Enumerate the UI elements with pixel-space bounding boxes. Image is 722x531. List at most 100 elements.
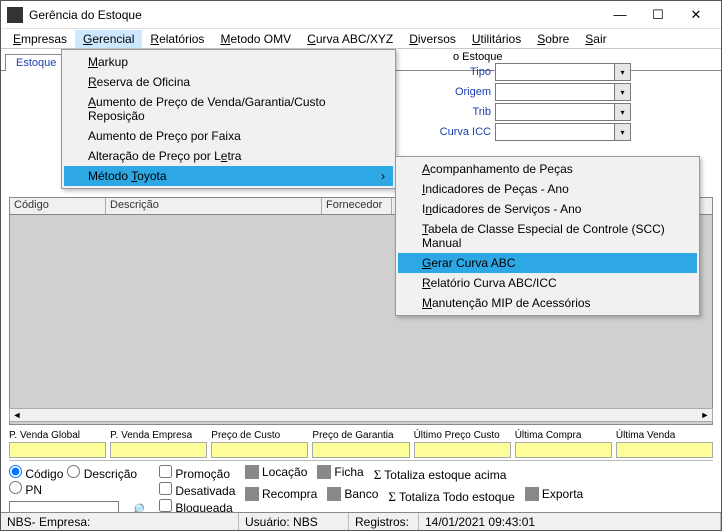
submenu-item-indicadores-de-servi-os-ano[interactable]: Indicadores de Serviços - Ano — [398, 199, 697, 219]
menu-item-markup[interactable]: Markup — [64, 52, 393, 72]
field-value — [9, 442, 106, 458]
menu-diversos[interactable]: Diversos — [401, 30, 464, 48]
field-value — [211, 442, 308, 458]
field-label: P. Venda Empresa — [110, 430, 207, 441]
dropdown-button[interactable]: ▾ — [615, 83, 631, 101]
menu-sair[interactable]: Sair — [577, 30, 614, 48]
dropdown-button[interactable]: ▾ — [615, 103, 631, 121]
submenu-item-relat-rio-curva-abc-icc[interactable]: Relatório Curva ABC/ICC — [398, 273, 697, 293]
search-mode-radios: Código Descrição PN 🔎 — [9, 465, 159, 510]
radio-código[interactable]: Código — [9, 465, 63, 481]
loca-o-icon — [245, 465, 259, 479]
window-title: Gerência do Estoque — [29, 8, 601, 22]
menu-utilitários[interactable]: Utilitários — [464, 30, 529, 48]
tool-label: Ficha — [334, 465, 363, 479]
tool-recompra[interactable]: Recompra — [245, 487, 317, 501]
tool-label: Locação — [262, 465, 307, 479]
scroll-left-arrow[interactable]: ◄ — [10, 409, 24, 421]
tool-exporta[interactable]: Exporta — [525, 487, 583, 501]
status-registros: Registros: — [349, 513, 419, 530]
menu-item-aumento-de-pre-o-de-venda-garantia-custo-reposi-o[interactable]: Aumento de Preço de Venda/Garantia/Custo… — [64, 92, 393, 126]
banco-icon — [327, 487, 341, 501]
metodo-toyota-submenu: Acompanhamento de PeçasIndicadores de Pe… — [395, 156, 700, 316]
field-p-venda-global: P. Venda Global — [9, 430, 106, 458]
field-label: Preço de Custo — [211, 430, 308, 441]
field-value — [515, 442, 612, 458]
status-checks: Promoção Desativada Bloqueada — [159, 465, 245, 510]
exporta-icon — [525, 487, 539, 501]
dropdown-button[interactable]: ▾ — [615, 63, 631, 81]
filter-input-trib[interactable] — [495, 103, 615, 121]
app-icon — [7, 7, 23, 23]
filter-row-origem: Origem ▾ — [433, 83, 713, 101]
field-label: Última Compra — [515, 430, 612, 441]
filter-panel: o Estoque Tipo▾Origem▾Trib▾Curva ICC▾ — [433, 51, 713, 143]
menu-curva-abc/xyz[interactable]: Curva ABC/XYZ — [299, 30, 401, 48]
close-button[interactable]: ✕ — [677, 1, 715, 29]
radio-descrição[interactable]: Descrição — [67, 465, 137, 481]
scroll-right-arrow[interactable]: ► — [698, 409, 712, 421]
field-p-venda-empresa: P. Venda Empresa — [110, 430, 207, 458]
menu-gerencial[interactable]: Gerencial — [75, 30, 142, 48]
tool-ficha[interactable]: Ficha — [317, 465, 363, 479]
menu-relatórios[interactable]: Relatórios — [142, 30, 212, 48]
field-label: Preço de Garantia — [312, 430, 409, 441]
submenu-item-acompanhamento-de-pe-as[interactable]: Acompanhamento de Peças — [398, 159, 697, 179]
column-c-digo[interactable]: Código — [10, 198, 106, 214]
submenu-item-gerar-curva-abc[interactable]: Gerar Curva ABC — [398, 253, 697, 273]
sigma-icon: Σ — [374, 467, 382, 483]
submenu-item-tabela-de-classe-especial-de-controle-scc-manual[interactable]: Tabela de Classe Especial de Controle (S… — [398, 219, 697, 253]
field-label: P. Venda Global — [9, 430, 106, 441]
tab-estoque[interactable]: Estoque — [5, 54, 67, 71]
tool-totaliza-todo-estoque[interactable]: ΣTotaliza Todo estoque — [388, 489, 514, 505]
tool-label: Totaliza estoque acima — [384, 468, 506, 482]
filter-row-tipo: Tipo ▾ — [433, 63, 713, 81]
menu-item-altera-o-de-pre-o-por-letra[interactable]: Alteração de Preço por Letra — [64, 146, 393, 166]
check-promoção[interactable]: Promoção — [159, 465, 245, 482]
tool-loca-o[interactable]: Locação — [245, 465, 307, 479]
status-empresa: NBS- Empresa: — [1, 513, 239, 530]
tool-totaliza-estoque-acima[interactable]: ΣTotaliza estoque acima — [374, 467, 507, 483]
menu-sobre[interactable]: Sobre — [529, 30, 577, 48]
status-usuario: Usuário: NBS — [239, 513, 349, 530]
field-label: Última Venda — [616, 430, 713, 441]
menu-item-aumento-de-pre-o-por-faixa[interactable]: Aumento de Preço por Faixa — [64, 126, 393, 146]
gerencial-dropdown: MarkupReserva de OficinaAumento de Preço… — [61, 49, 396, 189]
check-desativada[interactable]: Desativada — [159, 482, 245, 499]
filter-label: Origem — [433, 86, 491, 98]
action-buttons: LocaçãoFichaΣTotaliza estoque acima Reco… — [245, 465, 713, 510]
menu-metodo-omv[interactable]: Metodo OMV — [212, 30, 299, 48]
tool-label: Banco — [344, 487, 378, 501]
filter-row-curva-icc: Curva ICC ▾ — [433, 123, 713, 141]
minimize-button[interactable]: — — [601, 1, 639, 29]
radio-pn[interactable]: PN — [9, 481, 42, 497]
horizontal-scrollbar[interactable]: ◄ ► — [9, 408, 713, 422]
filter-input-tipo[interactable] — [495, 63, 615, 81]
filter-label: Tipo — [433, 66, 491, 78]
bottom-fields: P. Venda Global P. Venda Empresa Preço de … — [9, 430, 713, 458]
menu-empresas[interactable]: Empresas — [5, 30, 75, 48]
tool-banco[interactable]: Banco — [327, 487, 378, 501]
statusbar: NBS- Empresa: Usuário: NBS Registros: 14… — [1, 512, 721, 530]
maximize-button[interactable]: ☐ — [639, 1, 677, 29]
menu-item-m-todo-toyota[interactable]: Método Toyota — [64, 166, 393, 186]
lower-toolbar: Código Descrição PN 🔎 Promoção Desativad… — [9, 460, 713, 510]
menu-item-reserva-de-oficina[interactable]: Reserva de Oficina — [64, 72, 393, 92]
column-descri-o[interactable]: Descrição — [106, 198, 322, 214]
field-value — [414, 442, 511, 458]
dropdown-button[interactable]: ▾ — [615, 123, 631, 141]
filter-label: Curva ICC — [433, 126, 491, 138]
filter-input-curva icc[interactable] — [495, 123, 615, 141]
filter-input-origem[interactable] — [495, 83, 615, 101]
status-datetime: 14/01/2021 09:43:01 — [419, 513, 721, 530]
menubar: EmpresasGerencialRelatóriosMetodo OMVCur… — [1, 29, 721, 49]
ficha-icon — [317, 465, 331, 479]
field-value — [616, 442, 713, 458]
submenu-item-indicadores-de-pe-as-ano[interactable]: Indicadores de Peças - Ano — [398, 179, 697, 199]
titlebar: Gerência do Estoque — ☐ ✕ — [1, 1, 721, 29]
sigma-icon: Σ — [388, 489, 396, 505]
field-pre-o-de-garantia: Preço de Garantia — [312, 430, 409, 458]
field-label: Último Preço Custo — [414, 430, 511, 441]
column-fornecedor[interactable]: Fornecedor — [322, 198, 392, 214]
submenu-item-manuten-o-mip-de-acess-rios[interactable]: Manutenção MIP de Acessórios — [398, 293, 697, 313]
